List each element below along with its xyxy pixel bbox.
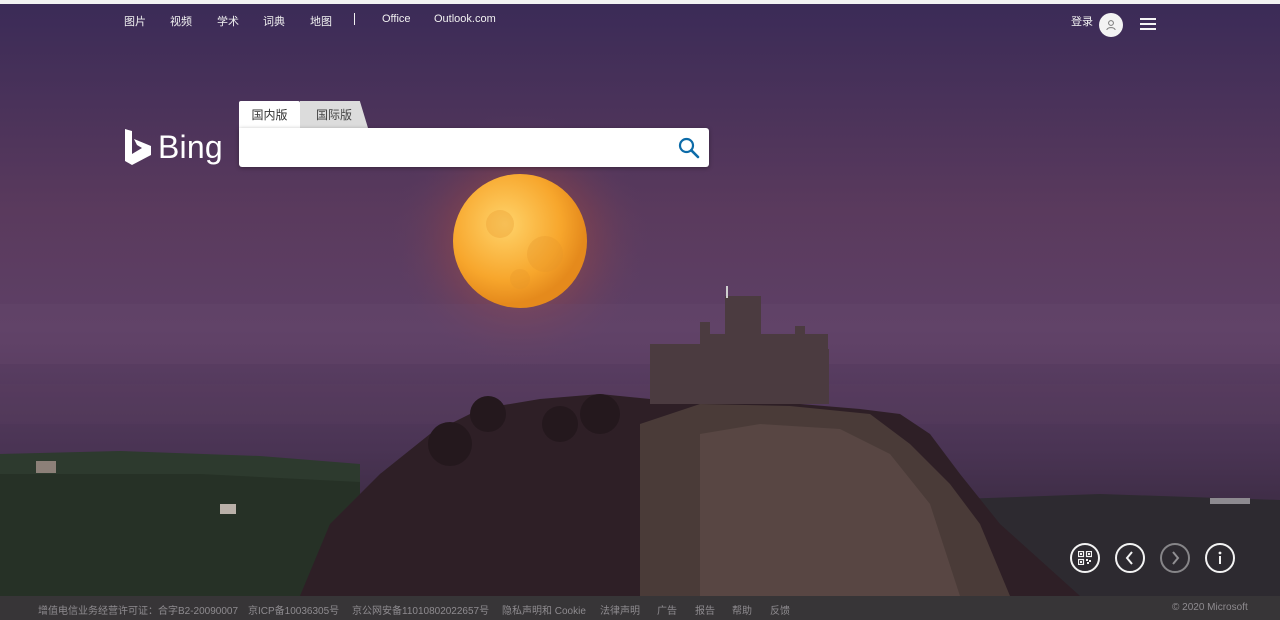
footer-ads-link[interactable]: 广告	[657, 602, 677, 617]
avatar[interactable]	[1099, 13, 1123, 37]
footer-police-record-link[interactable]: 京公网安备11010802022657号	[352, 602, 489, 617]
nav-link-images[interactable]: 图片	[124, 13, 146, 29]
hamburger-menu-icon[interactable]	[1140, 18, 1158, 32]
search-icon	[678, 137, 700, 159]
nav-link-dictionary[interactable]: 词典	[263, 13, 285, 29]
footer: 增值电信业务经营许可证：合字B2-20090007 京ICP备10036305号…	[0, 596, 1280, 620]
next-image-icon	[1172, 551, 1180, 565]
tab-domestic[interactable]: 国内版	[239, 101, 300, 128]
tab-international[interactable]: 国际版	[300, 101, 368, 128]
background-scene	[0, 4, 1280, 596]
nav-link-academic[interactable]: 学术	[217, 13, 239, 29]
copyright: © 2020 Microsoft	[1172, 602, 1248, 613]
bing-logo[interactable]: Bing	[124, 126, 224, 168]
footer-icp-link[interactable]: 京ICP备10036305号	[248, 602, 339, 617]
search-scope-tabs: 国内版 国际版	[239, 101, 399, 128]
footer-license-link[interactable]: 增值电信业务经营许可证：合字B2-20090007	[38, 602, 238, 617]
image-controls	[0, 543, 1280, 575]
search-box	[239, 128, 709, 167]
bing-b-icon	[125, 129, 151, 165]
nav-link-videos[interactable]: 视频	[170, 13, 192, 29]
previous-image-button[interactable]	[1115, 543, 1145, 573]
nav-link-maps[interactable]: 地图	[310, 13, 332, 29]
footer-help-link[interactable]: 帮助	[732, 602, 752, 617]
footer-report-link[interactable]: 报告	[695, 602, 715, 617]
footer-legal-link[interactable]: 法律声明	[600, 602, 640, 617]
footer-feedback-link[interactable]: 反馈	[770, 602, 790, 617]
user-icon	[1106, 20, 1116, 31]
search-button[interactable]	[677, 136, 701, 160]
nav-link-office[interactable]: Office	[382, 13, 411, 25]
info-icon	[1218, 551, 1222, 564]
qr-code-button[interactable]	[1070, 543, 1100, 573]
top-navigation: 图片 视频 学术 词典 地图 Office Outlook.com 登录	[0, 4, 1280, 38]
qr-code-icon	[1078, 551, 1092, 565]
background-image	[0, 4, 1280, 596]
login-link[interactable]: 登录	[1071, 13, 1093, 29]
search-input[interactable]	[249, 135, 673, 163]
nav-link-outlook[interactable]: Outlook.com	[434, 13, 496, 25]
next-image-button[interactable]	[1160, 543, 1190, 573]
nav-separator	[354, 13, 355, 25]
previous-image-icon	[1125, 551, 1133, 565]
logo-text: Bing	[158, 128, 223, 165]
info-button[interactable]	[1205, 543, 1235, 573]
footer-privacy-link[interactable]: 隐私声明和 Cookie	[502, 602, 586, 617]
